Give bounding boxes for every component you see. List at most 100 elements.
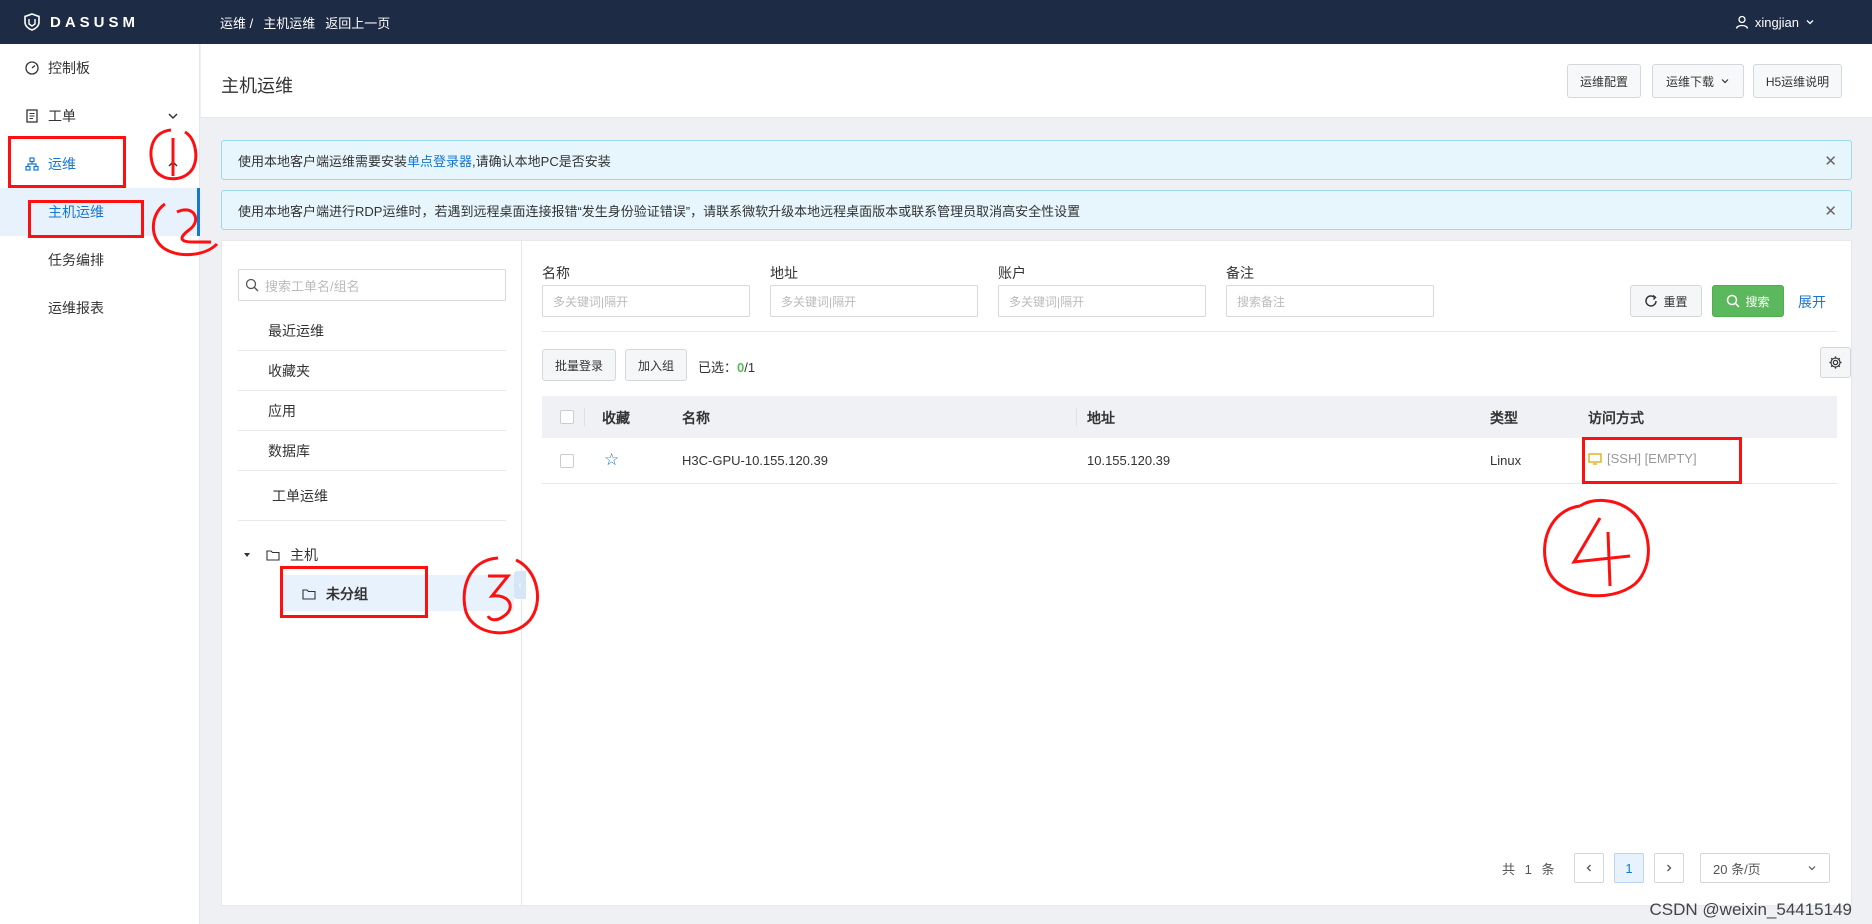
tree-node-label: 未分组 bbox=[326, 586, 368, 602]
row-checkbox[interactable] bbox=[560, 454, 574, 468]
network-icon bbox=[24, 156, 40, 172]
user-icon bbox=[1735, 15, 1749, 29]
close-icon[interactable]: ✕ bbox=[1824, 202, 1837, 220]
chevron-down-icon bbox=[1721, 79, 1729, 84]
search-icon bbox=[1727, 294, 1741, 308]
alert-text-suffix: ,请确认本地PC是否安装 bbox=[472, 153, 611, 169]
alert-text-prefix: 使用本地客户端运维需要安装 bbox=[238, 153, 408, 169]
column-header-favorite[interactable]: 收藏 bbox=[602, 408, 630, 428]
logo-text: DASUSM bbox=[50, 13, 140, 31]
filter-label-remark: 备注 bbox=[1226, 265, 1254, 281]
sidebar-item-dashboard[interactable]: 控制板 bbox=[0, 44, 200, 92]
h5-ops-guide-button[interactable]: H5运维说明 bbox=[1753, 64, 1842, 98]
batch-login-button[interactable]: 批量登录 bbox=[542, 349, 616, 381]
alert-client-install: 使用本地客户端运维需要安装单点登录器,请确认本地PC是否安装 ✕ bbox=[221, 140, 1852, 180]
filter-account-input[interactable]: 多关键词|隔开 bbox=[998, 285, 1206, 317]
breadcrumb-back-link[interactable]: 返回上一页 bbox=[325, 13, 390, 32]
ops-download-label: 运维下载 bbox=[1665, 74, 1714, 89]
page-1-button[interactable]: 1 bbox=[1614, 853, 1644, 883]
ops-config-button[interactable]: 运维配置 bbox=[1567, 64, 1641, 98]
host-name[interactable]: H3C-GPU-10.155.120.39 bbox=[682, 453, 828, 468]
column-header-name[interactable]: 名称 bbox=[682, 408, 710, 428]
divider bbox=[542, 331, 1837, 332]
gear-icon bbox=[1829, 356, 1842, 369]
close-icon[interactable]: ✕ bbox=[1824, 152, 1837, 170]
filter-address-input[interactable]: 多关键词|隔开 bbox=[770, 285, 978, 317]
selected-total: /1 bbox=[744, 360, 756, 375]
sidebar-item-label: 工单 bbox=[48, 108, 76, 124]
tree-link-databases[interactable]: 数据库 bbox=[238, 431, 506, 471]
expand-filters-link[interactable]: 展开 bbox=[1798, 292, 1826, 312]
ticket-icon bbox=[24, 108, 40, 124]
select-all-checkbox[interactable] bbox=[560, 410, 574, 424]
next-page-button[interactable] bbox=[1654, 853, 1684, 883]
column-header-address[interactable]: 地址 bbox=[1087, 408, 1115, 428]
sidebar-item-label: 运维 bbox=[48, 156, 76, 172]
tree-link-apps[interactable]: 应用 bbox=[238, 391, 506, 431]
access-method[interactable]: [SSH] [EMPTY] bbox=[1588, 451, 1697, 466]
tree-link-ticket-ops[interactable]: 工单运维 bbox=[238, 471, 506, 521]
tree-node-hosts[interactable]: 主机 bbox=[242, 545, 318, 565]
filter-name-input[interactable]: 多关键词|隔开 bbox=[542, 285, 750, 317]
sidebar-item-tickets[interactable]: 工单 bbox=[0, 92, 200, 140]
sidebar-sub-label: 任务编排 bbox=[48, 252, 104, 268]
filter-remark-input[interactable]: 搜索备注 bbox=[1226, 285, 1434, 317]
collapse-tree-handle[interactable]: ‹ bbox=[514, 571, 526, 599]
dashboard-icon bbox=[24, 60, 40, 76]
page-size-value: 20 条/页 bbox=[1713, 861, 1761, 877]
app-logo[interactable]: DASUSM bbox=[0, 13, 220, 31]
top-bar: DASUSM 运维 / 主机运维 返回上一页 xingjian bbox=[0, 0, 1872, 44]
tree-search-input[interactable]: 搜索工单名/组名 bbox=[238, 269, 506, 301]
pagination-total-count: 1 bbox=[1524, 862, 1532, 877]
tree-node-ungrouped[interactable]: 未分组 bbox=[302, 584, 368, 604]
group-tree-panel: 搜索工单名/组名 最近运维 收藏夹 应用 数据库 工单运维 主机 未分组 ‹ bbox=[222, 241, 526, 905]
watermark: CSDN @weixin_54415149 bbox=[1649, 900, 1852, 919]
star-icon[interactable]: ☆ bbox=[604, 450, 619, 470]
chevron-down-icon bbox=[168, 113, 178, 120]
page-title: 主机运维 bbox=[221, 76, 293, 96]
sidebar-sub-label: 运维报表 bbox=[48, 300, 104, 316]
sidebar-item-task-orchestration[interactable]: 任务编排 bbox=[0, 236, 200, 284]
chevron-up-icon bbox=[168, 160, 178, 167]
sidebar-item-host-ops[interactable]: 主机运维 bbox=[0, 188, 200, 236]
selected-label: 已选： bbox=[698, 360, 738, 375]
sidebar-item-ops-report[interactable]: 运维报表 bbox=[0, 284, 200, 332]
page-size-select[interactable]: 20 条/页 bbox=[1700, 853, 1830, 883]
table-header: 收藏 名称 地址 类型 访问方式 bbox=[542, 396, 1837, 438]
user-menu[interactable]: xingjian bbox=[1735, 0, 1822, 44]
folder-icon bbox=[266, 550, 280, 561]
ops-download-button[interactable]: 运维下载 bbox=[1652, 64, 1744, 98]
column-header-type[interactable]: 类型 bbox=[1490, 408, 1518, 428]
column-header-access[interactable]: 访问方式 bbox=[1588, 408, 1644, 428]
filter-label-name: 名称 bbox=[542, 265, 570, 281]
folder-icon bbox=[302, 589, 316, 600]
sidebar: 控制板 工单 运维 主机运维 任务编排 运维报表 bbox=[0, 44, 200, 924]
breadcrumb: 运维 / 主机运维 返回上一页 bbox=[220, 13, 400, 32]
access-method-label: [SSH] [EMPTY] bbox=[1607, 451, 1697, 466]
tree-node-label: 主机 bbox=[290, 547, 318, 563]
tree-link-favorites[interactable]: 收藏夹 bbox=[238, 351, 506, 391]
chevron-down-icon bbox=[1806, 20, 1814, 25]
selected-count: 已选：0/1 bbox=[698, 357, 755, 376]
alert-text: 使用本地客户端运维需要安装单点登录器,请确认本地PC是否安装 bbox=[238, 151, 611, 170]
join-group-button[interactable]: 加入组 bbox=[625, 349, 687, 381]
breadcrumb-ops[interactable]: 运维 / bbox=[220, 13, 253, 32]
alert-text: 使用本地客户端进行RDP运维时，若遇到远程桌面连接报错“发生身份验证错误”，请联… bbox=[238, 203, 1081, 219]
prev-page-button[interactable] bbox=[1574, 853, 1604, 883]
content-panel: 搜索工单名/组名 最近运维 收藏夹 应用 数据库 工单运维 主机 未分组 ‹ 名… bbox=[221, 240, 1852, 906]
pagination-total-prefix: 共 bbox=[1502, 862, 1516, 877]
table-row[interactable]: ☆ H3C-GPU-10.155.120.39 10.155.120.39 Li… bbox=[542, 438, 1837, 484]
filter-label-account: 账户 bbox=[998, 265, 1026, 281]
reset-button[interactable]: 重置 bbox=[1630, 285, 1702, 317]
search-button[interactable]: 搜索 bbox=[1712, 285, 1784, 317]
main-area: 主机运维 运维配置 运维下载 H5运维说明 使用本地客户端运维需要安装单点登录器… bbox=[201, 44, 1872, 924]
breadcrumb-host-ops[interactable]: 主机运维 bbox=[263, 13, 315, 32]
username: xingjian bbox=[1754, 14, 1799, 30]
host-address: 10.155.120.39 bbox=[1087, 453, 1171, 468]
sidebar-item-ops[interactable]: 运维 bbox=[0, 140, 200, 188]
host-type: Linux bbox=[1490, 453, 1522, 468]
column-settings-button[interactable] bbox=[1820, 347, 1851, 378]
search-label: 搜索 bbox=[1745, 294, 1770, 309]
sso-client-link[interactable]: 单点登录器 bbox=[407, 154, 472, 169]
tree-link-recent[interactable]: 最近运维 bbox=[238, 311, 506, 351]
